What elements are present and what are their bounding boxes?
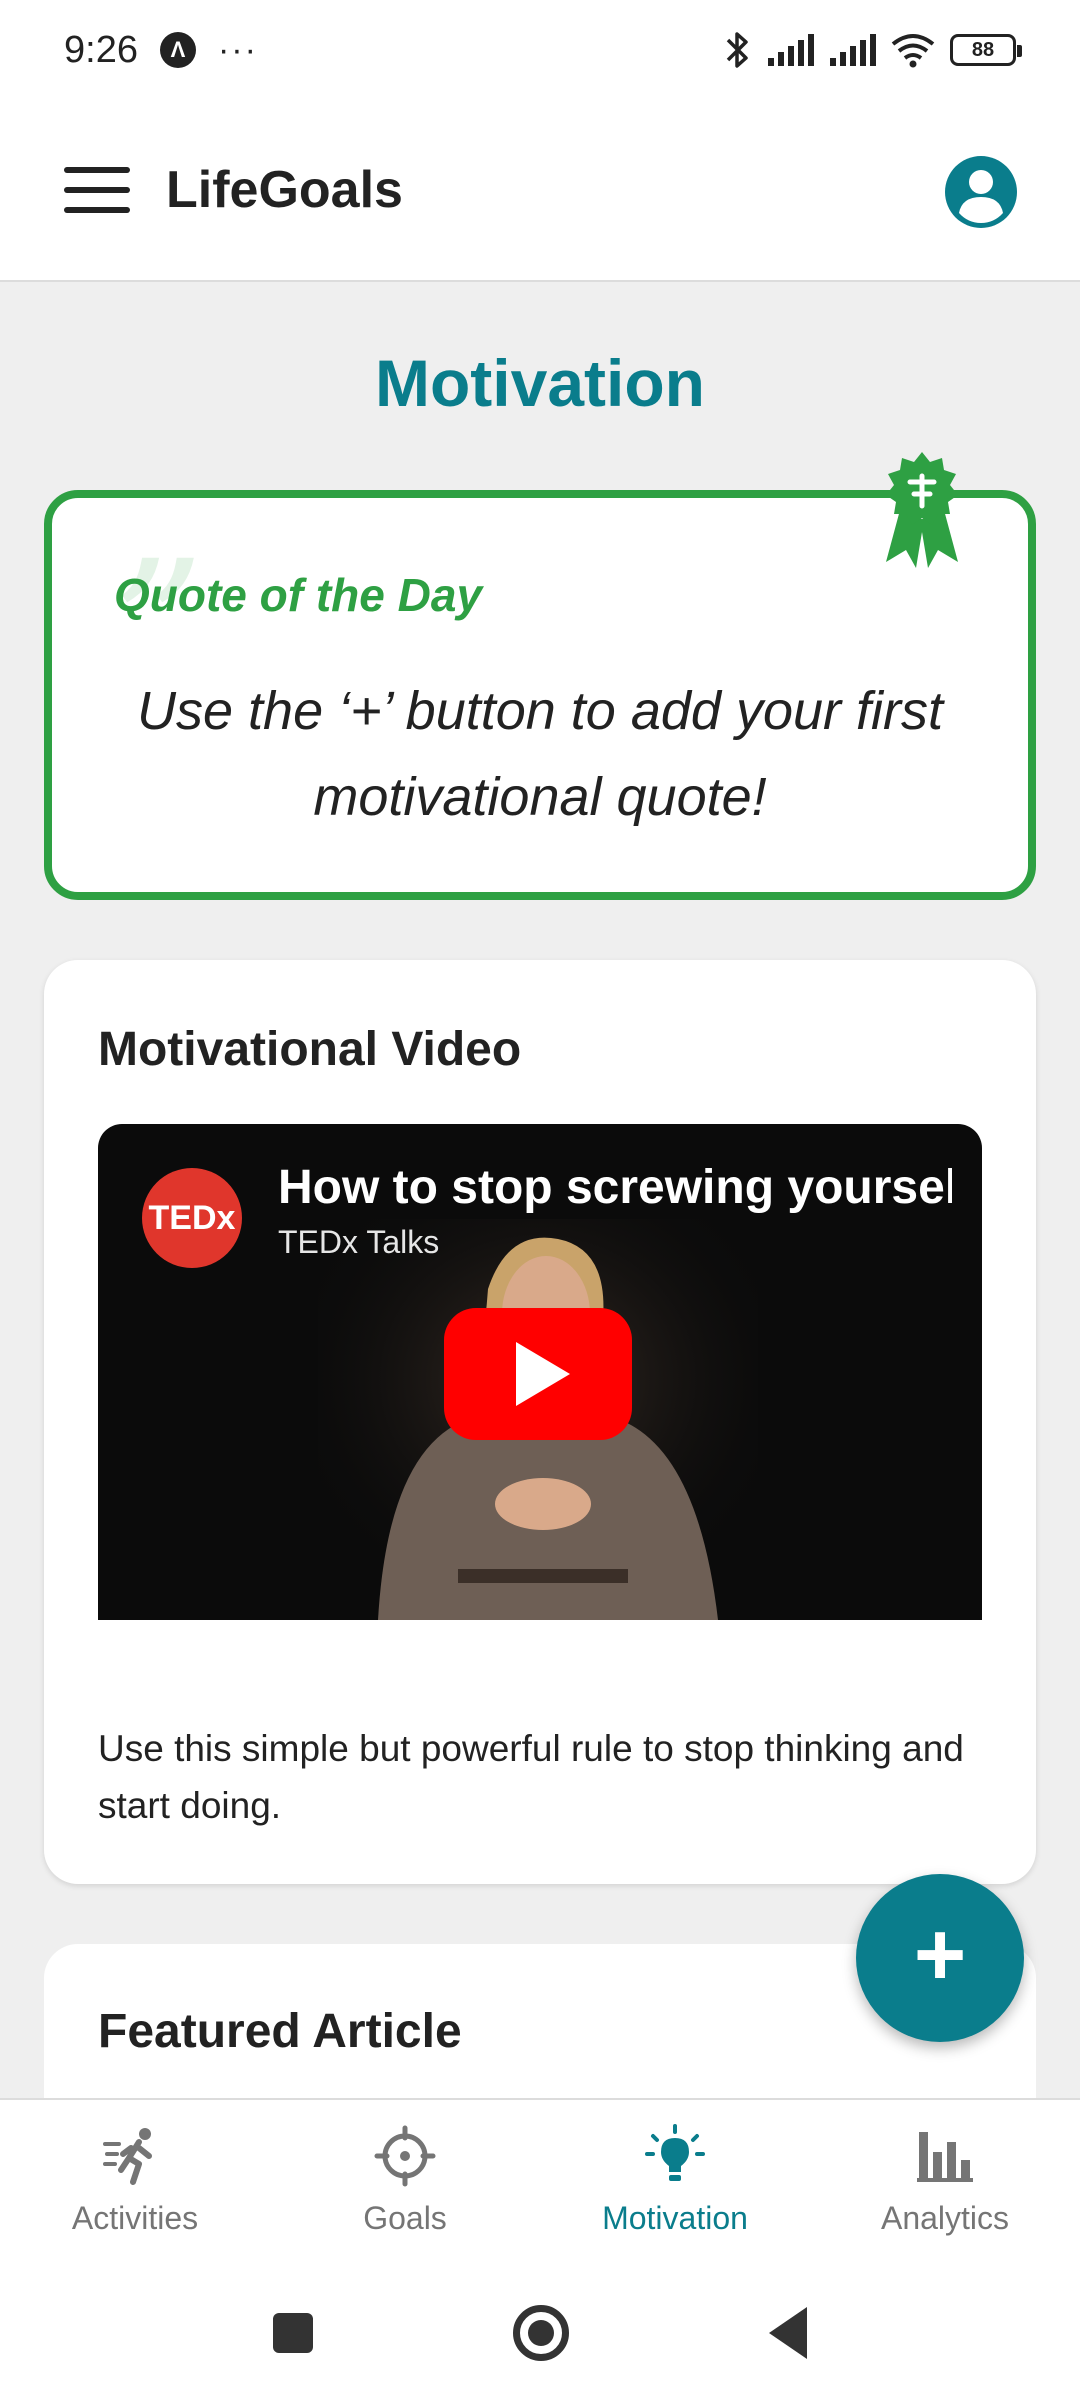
lightbulb-icon (645, 2124, 705, 2181)
account-circle-icon[interactable] (944, 155, 1018, 229)
quote-of-the-day-card: ” Quote of the Day Use the ‘+’ button to… (44, 452, 1036, 900)
wifi-icon (891, 34, 935, 68)
home-icon[interactable] (513, 2305, 569, 2361)
app-bar: LifeGoals (0, 100, 1080, 282)
notification-app-icon: Λ (159, 32, 196, 68)
video-player[interactable]: TEDx How to stop screwing yoursel TEDx T… (98, 1124, 982, 1620)
signal-icon (768, 34, 814, 66)
battery-icon: 88 (950, 34, 1022, 66)
tedx-logo: TEDx (142, 1168, 242, 1268)
app-title: LifeGoals (166, 161, 403, 219)
more-notifications-icon: ··· (217, 30, 258, 69)
nav-label-activities: Activities (71, 2200, 199, 2236)
nav-label-motivation: Motivation (602, 2200, 748, 2236)
video-channel: TEDx Talks (278, 1224, 440, 1260)
article-card-heading: Featured Article (98, 2005, 462, 2058)
quote-text: Use the ‘+’ button to add your first mot… (137, 681, 943, 827)
add-icon: + (913, 1905, 967, 2005)
status-left: 9:26 Λ ··· (64, 29, 258, 72)
nav-item-goals[interactable]: Goals (270, 2100, 540, 2266)
system-navigation-bar (0, 2266, 1080, 2400)
quote-label: Quote of the Day (114, 569, 483, 621)
video-title[interactable]: How to stop screwing yoursel (278, 1160, 952, 1215)
motivational-video-card: Motivational Video TEDx How to stop scre… (44, 960, 1036, 1884)
bluetooth-icon (726, 32, 748, 68)
page-title: Motivation (375, 346, 705, 420)
running-icon (103, 2128, 152, 2185)
nav-item-activities[interactable]: Activities (0, 2100, 270, 2266)
video-description: Use this simple but powerful rule to sto… (98, 1728, 964, 1826)
recents-icon[interactable] (273, 2313, 313, 2353)
add-quote-button[interactable]: + (856, 1874, 1024, 2042)
bar-chart-icon (917, 2132, 973, 2182)
signal-icon (830, 34, 876, 66)
status-bar: 9:26 Λ ··· 88 (0, 0, 1080, 100)
bottom-navigation: Activities Goals Motivation Analytics (0, 2098, 1080, 2266)
video-card-heading: Motivational Video (98, 1023, 522, 1076)
battery-level: 88 (971, 38, 995, 61)
nav-label-goals: Goals (363, 2200, 447, 2236)
status-time: 9:26 (64, 28, 138, 71)
nav-item-analytics[interactable]: Analytics (810, 2100, 1080, 2266)
nav-item-motivation[interactable]: Motivation (540, 2100, 810, 2266)
award-badge-icon (886, 452, 958, 568)
back-icon[interactable] (769, 2307, 807, 2359)
status-right: 88 (722, 30, 1022, 70)
menu-icon[interactable] (64, 167, 130, 213)
play-icon[interactable] (444, 1308, 632, 1440)
nav-label-analytics: Analytics (880, 2200, 1010, 2236)
target-icon (374, 2125, 436, 2187)
